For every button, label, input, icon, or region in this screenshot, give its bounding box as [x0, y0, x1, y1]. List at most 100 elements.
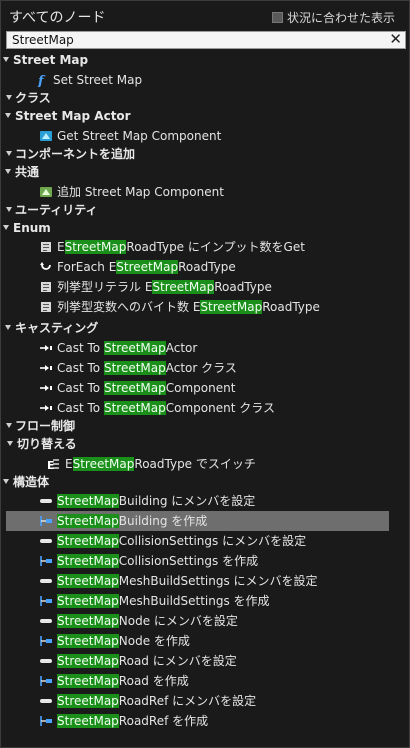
- tree-node-item[interactable]: E EStreetMapRoadType でスイッチ: [1, 454, 409, 474]
- set-members-icon: [39, 654, 53, 668]
- label-text: 追加 Street Map Component: [57, 185, 224, 199]
- category-label: 構造体: [13, 472, 49, 492]
- label-text: ユーティリティ: [15, 203, 98, 217]
- label-text: キャスティング: [15, 321, 99, 335]
- tree-node-item[interactable]: Cast To StreetMapComponent クラス: [1, 398, 409, 418]
- label-text: E: [57, 240, 65, 254]
- tree-node-item[interactable]: StreetMapRoad を作成: [1, 671, 409, 691]
- tree-node-item[interactable]: Cast To StreetMapComponent: [1, 378, 409, 398]
- cast-icon: [39, 341, 53, 355]
- tree-node-item[interactable]: StreetMapCollisionSettings を作成: [1, 551, 409, 571]
- search-input[interactable]: StreetMap ✕: [6, 30, 406, 49]
- tree-category[interactable]: クラス: [1, 88, 409, 108]
- tree-node-item[interactable]: Cast To StreetMapActor クラス: [1, 358, 409, 378]
- expand-arrow-icon[interactable]: [6, 95, 12, 100]
- tree-node-item[interactable]: f Set Street Map: [1, 70, 409, 90]
- expand-arrow-icon[interactable]: [5, 169, 11, 174]
- tree-node-item[interactable]: 列挙型リテラル EStreetMapRoadType: [1, 277, 409, 297]
- category-label: キャスティング: [15, 318, 98, 338]
- context-sensitive-toggle[interactable]: 状況に合わせた表示: [271, 9, 395, 26]
- context-checkbox[interactable]: [271, 12, 283, 23]
- label-text: 列挙型変数へのバイト数 E: [57, 300, 201, 314]
- tree-node-item[interactable]: StreetMapRoadRef を作成: [1, 711, 409, 731]
- tree-node-item[interactable]: ForEach EStreetMapRoadType: [1, 257, 409, 277]
- tree-node-item[interactable]: StreetMapBuilding を作成: [6, 511, 389, 531]
- tree-node-item[interactable]: StreetMapBuilding にメンバを設定: [1, 491, 409, 511]
- tree-node-item[interactable]: 列挙型変数へのバイト数 EStreetMapRoadType: [1, 297, 409, 317]
- tree-node-item[interactable]: StreetMapNode を作成: [1, 631, 409, 651]
- tree-category[interactable]: コンポーネントを追加: [1, 144, 409, 164]
- category-label: Street Map Actor: [15, 106, 131, 126]
- label-text: RoadRef にメンバを設定: [118, 694, 257, 708]
- node-label: StreetMapNode にメンバを設定: [57, 611, 238, 631]
- expand-arrow-icon[interactable]: [3, 479, 9, 484]
- search-match-highlight: StreetMap: [57, 574, 119, 588]
- tree-category[interactable]: キャスティング: [1, 318, 409, 338]
- search-match-highlight: StreetMap: [57, 634, 119, 648]
- tree-node-item[interactable]: 追加 Street Map Component: [1, 182, 409, 202]
- palette-title: すべてのノード: [9, 10, 106, 26]
- tree-node-item[interactable]: Cast To StreetMapActor: [1, 338, 409, 358]
- tree-node-item[interactable]: StreetMapRoad にメンバを設定: [1, 651, 409, 671]
- label-text: Node にメンバを設定: [118, 614, 238, 628]
- tree-node-item[interactable]: StreetMapRoadRef にメンバを設定: [1, 691, 409, 711]
- tree-category[interactable]: Street Map Actor: [1, 106, 409, 126]
- node-label: 追加 Street Map Component: [57, 182, 224, 202]
- search-match-highlight: StreetMap: [152, 280, 215, 294]
- expand-arrow-icon[interactable]: [5, 113, 11, 118]
- category-label: 切り替える: [17, 434, 77, 454]
- node-label: StreetMapMeshBuildSettings を作成: [57, 591, 270, 611]
- label-text: Node を作成: [118, 634, 190, 648]
- search-value: StreetMap: [12, 33, 74, 47]
- switch-icon: E: [47, 457, 61, 472]
- label-text: Street Map Actor: [15, 109, 131, 123]
- label-text: Road を作成: [118, 674, 189, 688]
- search-match-highlight: StreetMap: [57, 694, 119, 708]
- tree-category[interactable]: 切り替える: [1, 434, 409, 454]
- label-text: Actor クラス: [165, 361, 237, 375]
- clear-search-icon[interactable]: ✕: [389, 30, 402, 48]
- label-text: CollisionSettings を作成: [118, 554, 259, 568]
- expand-arrow-icon[interactable]: [7, 441, 13, 446]
- tree-node-item[interactable]: StreetMapNode にメンバを設定: [1, 611, 409, 631]
- tree-node-item[interactable]: StreetMapCollisionSettings にメンバを設定: [1, 531, 409, 551]
- tree-category[interactable]: ユーティリティ: [1, 200, 409, 220]
- search-match-highlight: StreetMap: [57, 594, 119, 608]
- set-members-icon: [39, 534, 53, 548]
- tree-node-item[interactable]: EStreetMapRoadType にインプット数をGet: [1, 237, 409, 257]
- label-text: Actor: [165, 341, 198, 355]
- set-members-icon: [39, 614, 53, 628]
- tree-node-item[interactable]: StreetMapMeshBuildSettings にメンバを設定: [1, 571, 409, 591]
- node-label: StreetMapCollisionSettings を作成: [57, 551, 258, 571]
- expand-arrow-icon[interactable]: [6, 207, 12, 212]
- expand-arrow-icon[interactable]: [3, 57, 9, 62]
- label-text: CollisionSettings にメンバを設定: [118, 534, 307, 548]
- label-text: Road にメンバを設定: [118, 654, 237, 668]
- tree-node-item[interactable]: StreetMapMeshBuildSettings を作成: [1, 591, 409, 611]
- expand-arrow-icon[interactable]: [6, 423, 12, 428]
- node-label: Cast To StreetMapComponent: [57, 378, 235, 398]
- node-palette-panel: すべてのノード 状況に合わせた表示 StreetMap ✕ Street Map…: [0, 0, 410, 748]
- tree-node-item[interactable]: Get Street Map Component: [1, 126, 409, 146]
- enum-icon: [39, 240, 53, 254]
- tree-category[interactable]: 共通: [1, 162, 409, 182]
- category-label: フロー制御: [15, 416, 75, 436]
- node-label: Cast To StreetMapComponent クラス: [57, 398, 275, 418]
- tree-category[interactable]: Enum: [1, 218, 409, 238]
- expand-arrow-icon[interactable]: [6, 151, 12, 156]
- label-text: コンポーネントを追加: [15, 147, 136, 161]
- search-match-highlight: StreetMap: [103, 381, 166, 395]
- tree-category[interactable]: 構造体: [1, 472, 409, 492]
- tree-category[interactable]: フロー制御: [1, 416, 409, 436]
- expand-arrow-icon[interactable]: [5, 325, 11, 330]
- search-match-highlight: StreetMap: [57, 674, 119, 688]
- tree-category[interactable]: Street Map: [1, 50, 409, 70]
- search-match-highlight: StreetMap: [103, 361, 166, 375]
- label-text: Cast To: [57, 401, 104, 415]
- foreach-icon: [39, 260, 53, 274]
- category-label: Enum: [13, 218, 51, 238]
- node-label: ForEach EStreetMapRoadType: [57, 257, 236, 277]
- make-struct-icon: [39, 634, 53, 648]
- label-text: Component: [165, 381, 236, 395]
- expand-arrow-icon[interactable]: [3, 225, 9, 230]
